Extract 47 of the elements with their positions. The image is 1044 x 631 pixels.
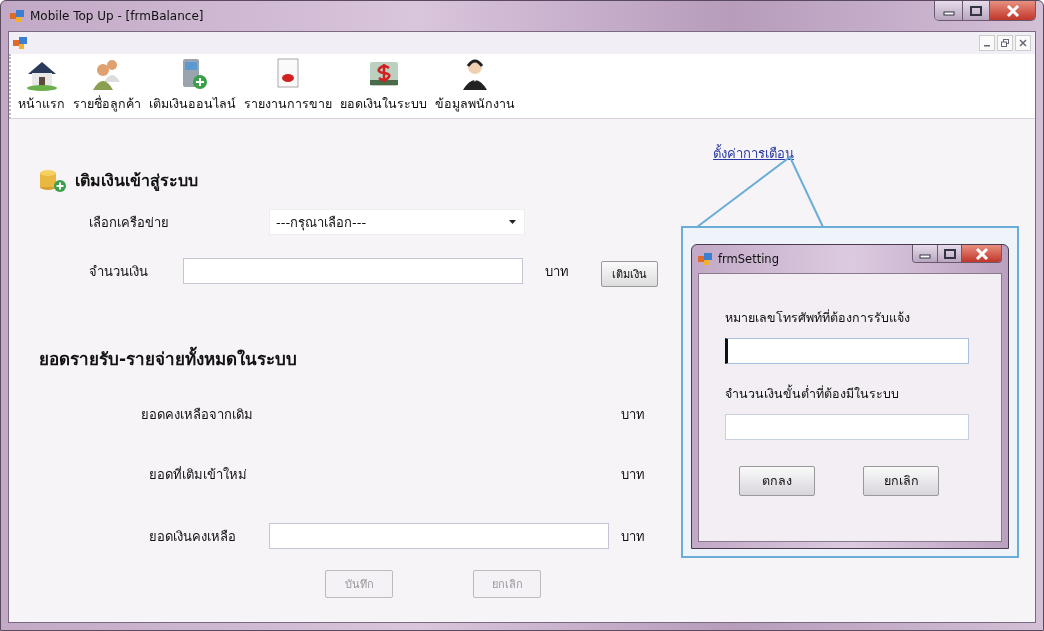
minimum-amount-field[interactable] xyxy=(725,414,969,440)
settings-link[interactable]: ตั้งค่าการเตือน xyxy=(713,143,794,164)
toolbar-button[interactable]: เติมเงินออนไลน์ xyxy=(148,56,237,114)
cancel-button[interactable]: ยกเลิก xyxy=(863,466,939,496)
app-icon xyxy=(10,10,24,22)
close-icon xyxy=(1019,39,1027,47)
field-label: จำนวนเงิน xyxy=(89,262,149,281)
maximize-button[interactable] xyxy=(937,245,961,262)
unit-label: บาท xyxy=(545,262,570,281)
dropdown-arrow-icon xyxy=(509,220,516,224)
unit-label: บาท xyxy=(621,527,645,546)
toolbar-button[interactable]: หน้าแรก xyxy=(17,56,66,114)
window-title: Mobile Top Up - [frmBalance] xyxy=(30,9,204,23)
top-up-button[interactable]: เติมเงิน xyxy=(601,261,658,287)
amount-field[interactable] xyxy=(183,258,523,284)
coins-add-icon xyxy=(39,167,67,193)
dialog-title: frmSetting xyxy=(718,252,779,266)
app-icon xyxy=(698,253,712,265)
close-icon xyxy=(974,247,989,260)
field-label: จำนวนเงินขั้นต่ำที่ต้องมีในระบบ xyxy=(725,384,900,403)
phone-number-field[interactable] xyxy=(725,338,969,364)
close-icon xyxy=(1005,4,1020,17)
toolbar-button[interactable]: รายงานการขาย xyxy=(243,56,333,114)
field-label: ยอดที่เติมเข้าใหม่ xyxy=(149,465,247,484)
unit-label: บาท xyxy=(621,405,645,424)
toolbar-button[interactable]: ข้อมูลพนักงาน xyxy=(434,56,516,114)
network-dropdown[interactable]: ---กรุณาเลือก--- xyxy=(269,209,525,235)
balance-field[interactable] xyxy=(269,523,609,549)
toolbar-button[interactable]: รายชื่อลูกค้า xyxy=(72,56,142,114)
field-label: เลือกเครือข่าย xyxy=(89,213,170,232)
ok-button[interactable]: ตกลง xyxy=(739,466,815,496)
unit-label: บาท xyxy=(621,465,645,484)
close-button[interactable] xyxy=(961,245,1001,262)
field-label: หมายเลขโทรศัพท์ที่ต้องการรับแจ้ง xyxy=(725,308,911,327)
section-heading: ยอดรายรับ-รายจ่ายทั้งหมดในระบบ xyxy=(39,345,681,372)
restore-icon xyxy=(1001,39,1009,47)
minimize-button[interactable] xyxy=(979,35,995,51)
maximize-button[interactable] xyxy=(962,1,989,20)
maximize-icon xyxy=(970,5,982,16)
field-label: ยอดเงินคงเหลือ xyxy=(149,527,237,546)
restore-button[interactable] xyxy=(997,35,1013,51)
maximize-icon xyxy=(943,248,956,259)
app-icon xyxy=(13,37,27,49)
section-heading: เติมเงินเข้าสู่ระบบ xyxy=(75,169,198,193)
close-button[interactable] xyxy=(989,1,1035,20)
toolbar-button[interactable]: ยอดเงินในระบบ xyxy=(339,56,428,114)
field-label: ยอดคงเหลือจากเดิม xyxy=(141,405,253,424)
